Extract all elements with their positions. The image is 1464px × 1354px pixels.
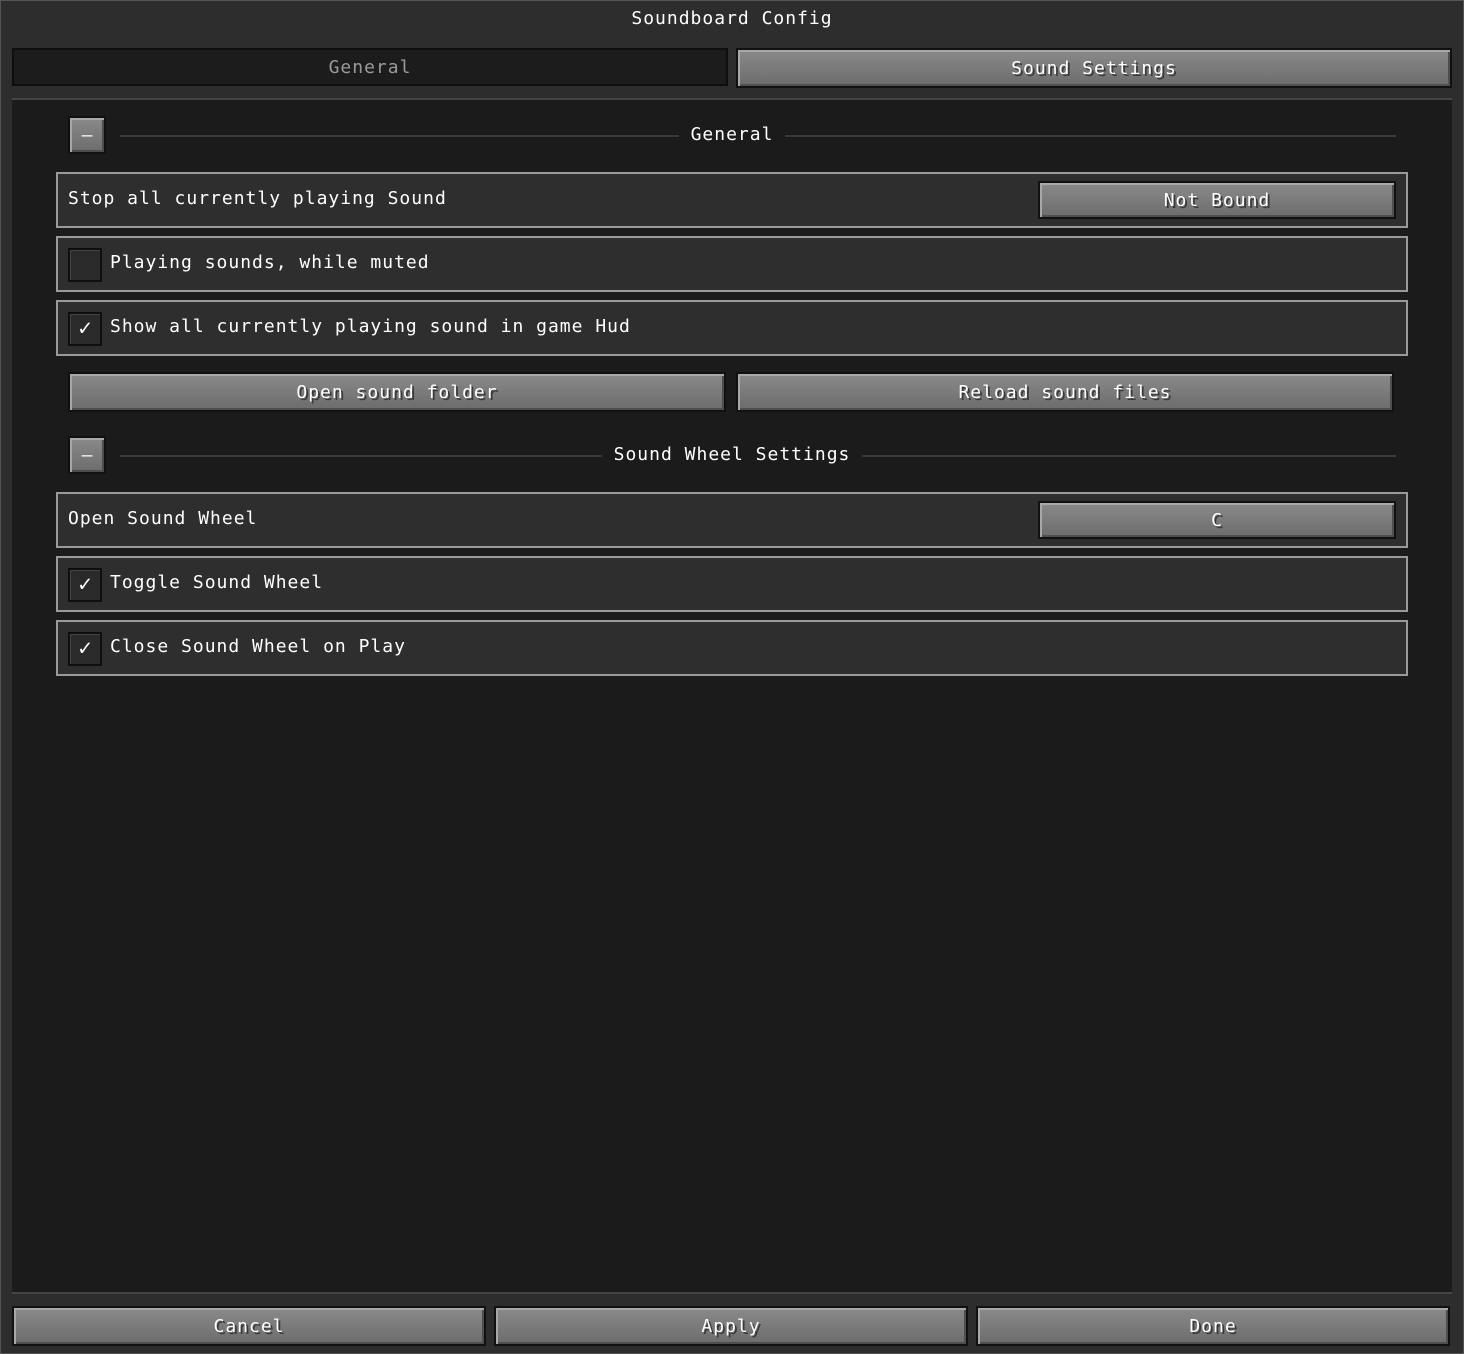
setting-label: Open Sound Wheel bbox=[68, 508, 258, 529]
reload-sound-files-button[interactable]: Reload sound files bbox=[736, 372, 1394, 412]
window-title: Soundboard Config bbox=[631, 8, 833, 29]
setting-row-close-on-play: ✓ Close Sound Wheel on Play bbox=[56, 620, 1408, 676]
setting-label: Toggle Sound Wheel bbox=[110, 572, 324, 593]
checkmark-icon: ✓ bbox=[78, 316, 92, 341]
setting-label: Playing sounds, while muted bbox=[110, 252, 430, 273]
setting-label: Stop all currently playing Sound bbox=[68, 188, 447, 209]
checkbox-show-in-hud[interactable]: ✓ bbox=[68, 312, 102, 346]
checkmark-icon: ✓ bbox=[78, 636, 92, 661]
section-title-general: General bbox=[0, 124, 1464, 145]
setting-row-show-in-hud: ✓ Show all currently playing sound in ga… bbox=[56, 300, 1408, 356]
setting-row-playing-while-muted: Playing sounds, while muted bbox=[56, 236, 1408, 292]
checkbox-toggle-sound-wheel[interactable]: ✓ bbox=[68, 568, 102, 602]
tab-sound-settings[interactable]: Sound Settings bbox=[736, 48, 1452, 88]
checkmark-icon: ✓ bbox=[78, 572, 92, 597]
checkbox-playing-while-muted[interactable] bbox=[68, 248, 102, 282]
setting-label: Close Sound Wheel on Play bbox=[110, 636, 406, 657]
setting-label: Show all currently playing sound in game… bbox=[110, 316, 631, 337]
open-sound-folder-button[interactable]: Open sound folder bbox=[68, 372, 726, 412]
section-title-sound-wheel: Sound Wheel Settings bbox=[0, 444, 1464, 465]
setting-row-stop-all-sound: Stop all currently playing Sound Not Bou… bbox=[56, 172, 1408, 228]
keybind-button-stop-all[interactable]: Not Bound bbox=[1038, 181, 1396, 219]
setting-row-toggle-sound-wheel: ✓ Toggle Sound Wheel bbox=[56, 556, 1408, 612]
setting-row-open-sound-wheel: Open Sound Wheel C bbox=[56, 492, 1408, 548]
checkbox-close-on-play[interactable]: ✓ bbox=[68, 632, 102, 666]
done-button[interactable]: Done bbox=[976, 1306, 1450, 1346]
apply-button[interactable]: Apply bbox=[494, 1306, 968, 1346]
cancel-button[interactable]: Cancel bbox=[12, 1306, 486, 1346]
tab-general[interactable]: General bbox=[12, 48, 728, 86]
keybind-button-open-wheel[interactable]: C bbox=[1038, 501, 1396, 539]
